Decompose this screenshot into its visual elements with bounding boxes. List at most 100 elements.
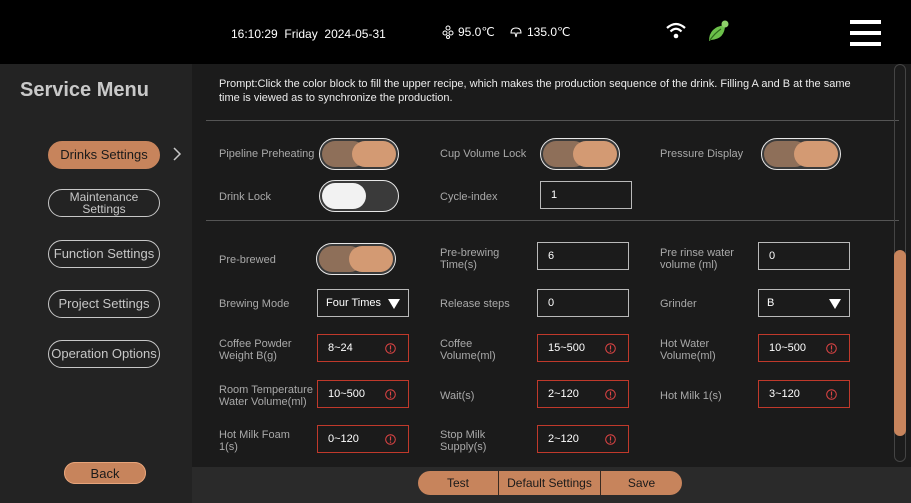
stop-milk-supply-input[interactable]: 2~120	[537, 425, 629, 453]
hot-milk-value: 3~120	[769, 388, 800, 400]
sidebar-item-function-settings[interactable]: Function Settings	[48, 240, 160, 268]
save-button-label: Save	[627, 476, 656, 490]
pre-brewing-time-input[interactable]: 6	[537, 242, 629, 270]
wifi-icon	[666, 22, 686, 39]
label-line: Room Temperature	[219, 384, 313, 396]
label-line: Hot Water	[660, 338, 710, 350]
label-line: Pre-brewing	[440, 247, 500, 259]
coffee-volume-input[interactable]: 15~500	[537, 334, 629, 362]
label-line: volume (ml)	[660, 259, 718, 271]
coffee-boiler-temp: 95.0℃	[442, 25, 495, 39]
eco-leaf-icon	[709, 20, 729, 41]
drink-lock-label: Drink Lock	[219, 191, 271, 203]
caret-down-icon	[388, 299, 400, 309]
sidebar-item-maintenance-settings[interactable]: Maintenance Settings	[48, 189, 160, 217]
room-temp-water-label: Room Temperature Water Volume(ml)	[219, 384, 313, 408]
divider	[206, 120, 899, 121]
prompt-text: Prompt:Click the color block to fill the…	[219, 78, 851, 104]
wait-input[interactable]: 2~120	[537, 380, 629, 408]
warning-icon	[826, 343, 837, 354]
room-temp-water-input[interactable]: 10~500	[317, 380, 409, 408]
sidebar-item-drinks-settings[interactable]: Drinks Settings	[48, 141, 160, 169]
sidebar: Service Menu Drinks Settings Maintenance…	[0, 64, 192, 503]
warning-icon	[385, 343, 396, 354]
coffee-volume-label: Coffee Volume(ml)	[440, 338, 496, 362]
day-text: Friday	[284, 27, 318, 41]
sidebar-item-label: Project Settings	[58, 296, 150, 311]
default-settings-button-label: Default Settings	[507, 476, 592, 490]
label-line: Pre rinse water	[660, 247, 734, 259]
wait-value: 2~120	[548, 388, 579, 400]
release-steps-label: Release steps	[440, 298, 510, 310]
steam-boiler-temp: 135.0℃	[509, 25, 571, 39]
sidebar-item-label: Operation Options	[51, 346, 157, 361]
label-line: Hot Milk Foam	[219, 429, 290, 441]
status-bar: 16:10:29 Friday 2024-05-31 95.0℃ 135.0℃	[0, 0, 911, 64]
label-line: Time(s)	[440, 259, 477, 271]
brewing-mode-select[interactable]: Four Times	[317, 289, 409, 317]
hamburger-menu-icon[interactable]	[850, 20, 881, 47]
chevron-right-icon	[173, 147, 182, 161]
label-line: Volume(ml)	[440, 350, 496, 362]
cycle-index-input[interactable]: 1	[540, 181, 632, 209]
label-line: Volume(ml)	[660, 350, 716, 362]
label-line: Weight B(g)	[219, 350, 277, 362]
hot-milk-label: Hot Milk 1(s)	[660, 390, 722, 402]
pre-brewing-time-value: 6	[548, 250, 555, 262]
sidebar-title: Service Menu	[20, 79, 149, 101]
cycle-index-value: 1	[551, 189, 558, 201]
warning-icon	[385, 389, 396, 400]
hot-milk-input[interactable]: 3~120	[758, 380, 850, 408]
drink-lock-toggle[interactable]	[319, 180, 399, 212]
warning-icon	[385, 434, 396, 445]
grinder-label: Grinder	[660, 298, 697, 310]
grinder-value: B	[767, 297, 775, 309]
release-steps-input[interactable]: 0	[537, 289, 629, 317]
coffee-powder-weight-input[interactable]: 8~24	[317, 334, 409, 362]
label-line: Water Volume(ml)	[219, 396, 307, 408]
hot-water-volume-value: 10~500	[769, 342, 807, 354]
cycle-index-label: Cycle-index	[440, 191, 498, 203]
scrollbar-thumb[interactable]	[894, 250, 906, 436]
time-text: 16:10:29	[231, 27, 278, 41]
brewing-mode-label: Brewing Mode	[219, 298, 290, 310]
grinder-select[interactable]: B	[758, 289, 850, 317]
hot-milk-foam-input[interactable]: 0~120	[317, 425, 409, 453]
coffee-boiler-temp-value: 95.0℃	[458, 25, 495, 39]
bottom-action-bar: Test Default Settings Save	[192, 467, 911, 503]
sidebar-item-label: Settings	[82, 202, 126, 216]
steam-boiler-temp-value: 135.0℃	[527, 25, 571, 39]
stop-milk-supply-value: 2~120	[548, 433, 579, 445]
pipeline-preheating-toggle[interactable]	[319, 138, 399, 170]
sidebar-item-operation-options[interactable]: Operation Options	[48, 340, 160, 368]
label-line: Stop Milk	[440, 429, 486, 441]
warning-icon	[605, 343, 616, 354]
pressure-display-toggle[interactable]	[761, 138, 841, 170]
pre-rinse-water-label: Pre rinse water volume (ml)	[660, 247, 734, 271]
save-button[interactable]: Save	[600, 471, 682, 495]
cup-volume-lock-toggle[interactable]	[540, 138, 620, 170]
pipeline-preheating-label: Pipeline Preheating	[219, 148, 315, 160]
pre-brewed-toggle[interactable]	[316, 243, 396, 275]
coffee-boiler-icon	[442, 25, 454, 39]
pre-brewed-label: Pre-brewed	[219, 254, 276, 266]
action-button-group: Test Default Settings Save	[418, 471, 682, 495]
pre-rinse-water-value: 0	[769, 250, 776, 262]
label-line: Coffee	[440, 338, 473, 350]
warning-icon	[605, 434, 616, 445]
default-settings-button[interactable]: Default Settings	[498, 471, 600, 495]
test-button[interactable]: Test	[418, 471, 498, 495]
room-temp-water-value: 10~500	[328, 388, 366, 400]
steam-boiler-icon	[510, 26, 522, 37]
sidebar-item-project-settings[interactable]: Project Settings	[48, 290, 160, 318]
pre-rinse-water-input[interactable]: 0	[758, 242, 850, 270]
hot-water-volume-input[interactable]: 10~500	[758, 334, 850, 362]
pre-brewing-time-label: Pre-brewing Time(s)	[440, 247, 499, 271]
hot-milk-foam-value: 0~120	[328, 433, 359, 445]
coffee-volume-value: 15~500	[548, 342, 586, 354]
drinks-settings-panel: Prompt:Click the color block to fill the…	[192, 64, 911, 503]
stop-milk-supply-label: Stop Milk Supply(s)	[440, 429, 486, 453]
date-text: 2024-05-31	[324, 27, 386, 41]
back-button[interactable]: Back	[64, 462, 146, 484]
label-line: 1(s)	[219, 441, 238, 453]
